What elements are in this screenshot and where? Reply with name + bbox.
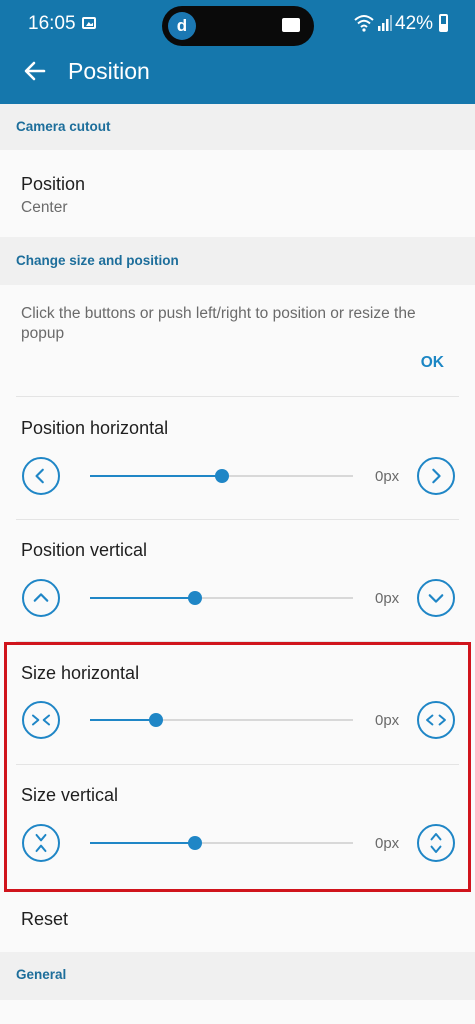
reset-label: Reset (21, 909, 69, 929)
status-time: 16:05 (28, 13, 76, 34)
slider-thumb[interactable] (214, 469, 229, 483)
position-horizontal-label: Position horizontal (21, 418, 169, 438)
general-next-item (0, 1000, 475, 1024)
wifi-icon (354, 15, 374, 32)
position-horizontal-value: 0px (375, 468, 400, 485)
divider (16, 519, 459, 520)
back-arrow-icon[interactable] (20, 56, 50, 86)
chevron-down-icon (428, 594, 444, 603)
position-vertical-label: Position vertical (21, 540, 148, 560)
position-vertical-value: 0px (375, 590, 400, 607)
move-right-button[interactable] (417, 457, 455, 495)
reset-row[interactable]: Reset (0, 895, 475, 952)
battery-icon (439, 14, 448, 32)
signal-icon (378, 15, 392, 31)
move-down-button[interactable] (417, 579, 455, 617)
position-title: Position (21, 174, 86, 194)
chevron-up-icon (33, 593, 49, 602)
app-bar: 16:05 d 42% Position (0, 0, 475, 104)
position-setting[interactable]: Position Center (0, 150, 475, 237)
move-up-button[interactable] (22, 579, 60, 617)
chevron-right-icon (432, 468, 441, 484)
move-left-button[interactable] (22, 457, 60, 495)
battery-percent: 42% (395, 13, 434, 34)
camera-cutout-pill: d (162, 6, 314, 46)
position-value: Center (21, 199, 68, 216)
section-header-general: General (0, 952, 475, 1000)
slider-thumb[interactable] (188, 591, 203, 605)
status-bar: 16:05 d 42% (0, 0, 475, 50)
app-icon: d (168, 12, 196, 40)
instructions-text: Click the buttons or push left/right to … (21, 305, 416, 342)
position-vertical-slider[interactable] (90, 588, 353, 608)
section-header-change-size: Change size and position (0, 237, 475, 285)
highlight-box (4, 642, 471, 892)
chevron-left-icon (35, 468, 44, 484)
section-header-camera-cutout: Camera cutout (0, 104, 475, 150)
ok-button[interactable]: OK (421, 354, 444, 372)
page-title: Position (68, 58, 150, 84)
cast-icon (282, 18, 300, 32)
gallery-notification-icon (82, 17, 96, 29)
position-horizontal-slider[interactable] (90, 466, 353, 486)
divider (16, 396, 459, 397)
